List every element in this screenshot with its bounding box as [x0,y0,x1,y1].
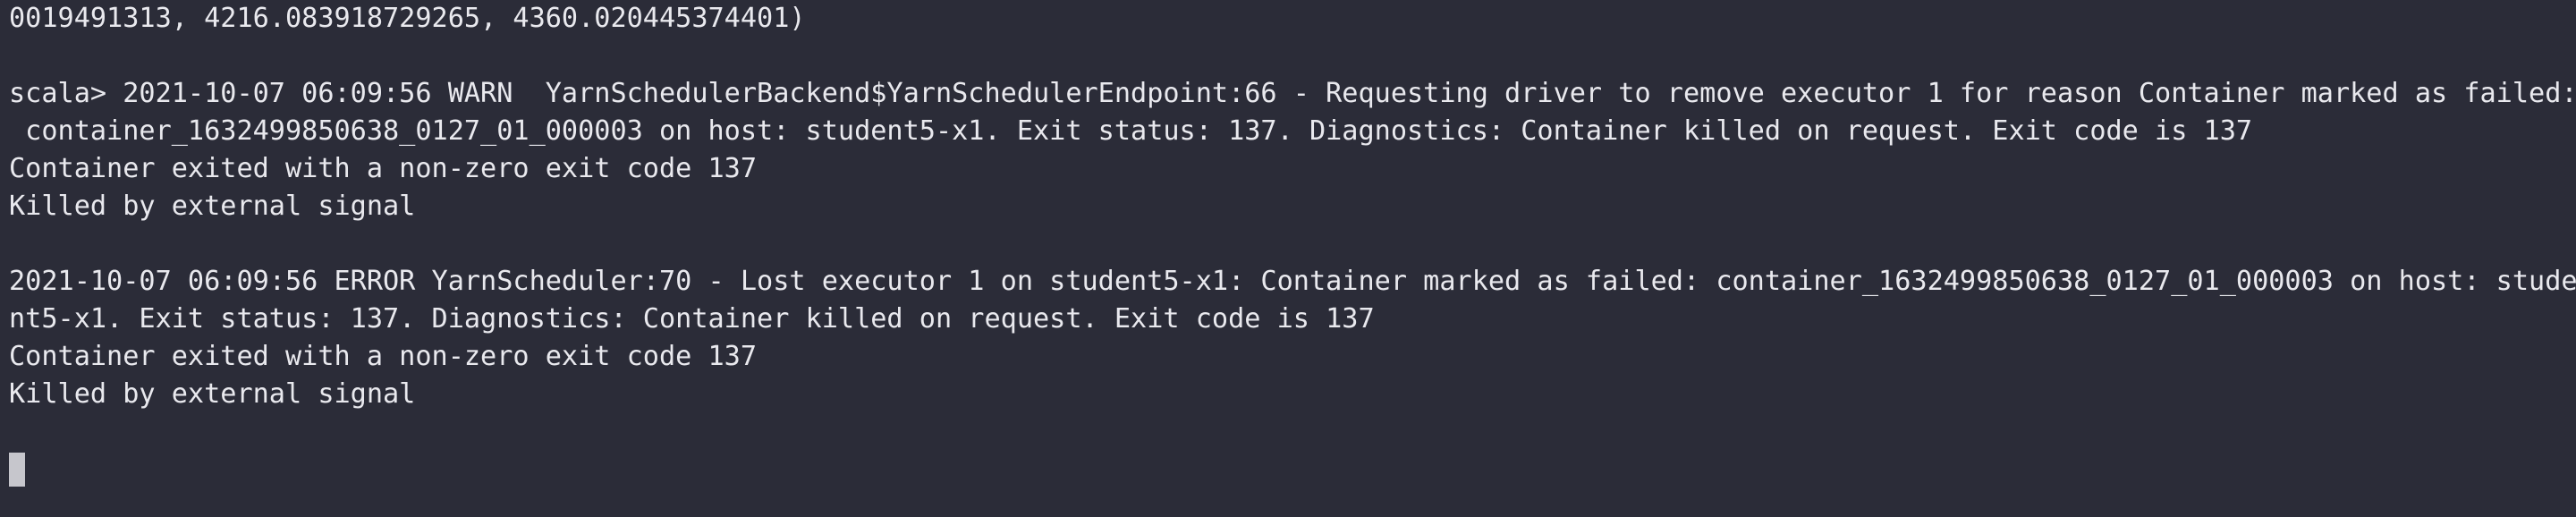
terminal-line: scala> 2021-10-07 06:09:56 WARN YarnSche… [9,78,2576,109]
terminal-window[interactable]: 0019491313, 4216.083918729265, 4360.0204… [0,0,2576,517]
text-cursor [9,453,25,487]
terminal-line: 2021-10-07 06:09:56 ERROR YarnScheduler:… [9,266,2576,297]
terminal-line: Killed by external signal [9,191,416,222]
terminal-line: container_1632499850638_0127_01_000003 o… [9,115,2253,147]
terminal-line: Container exited with a non-zero exit co… [9,341,758,372]
terminal-line: Killed by external signal [9,378,416,410]
terminal-line: 0019491313, 4216.083918729265, 4360.0204… [9,3,806,34]
terminal-line: Container exited with a non-zero exit co… [9,153,758,184]
terminal-line: nt5-x1. Exit status: 137. Diagnostics: C… [9,303,1375,335]
